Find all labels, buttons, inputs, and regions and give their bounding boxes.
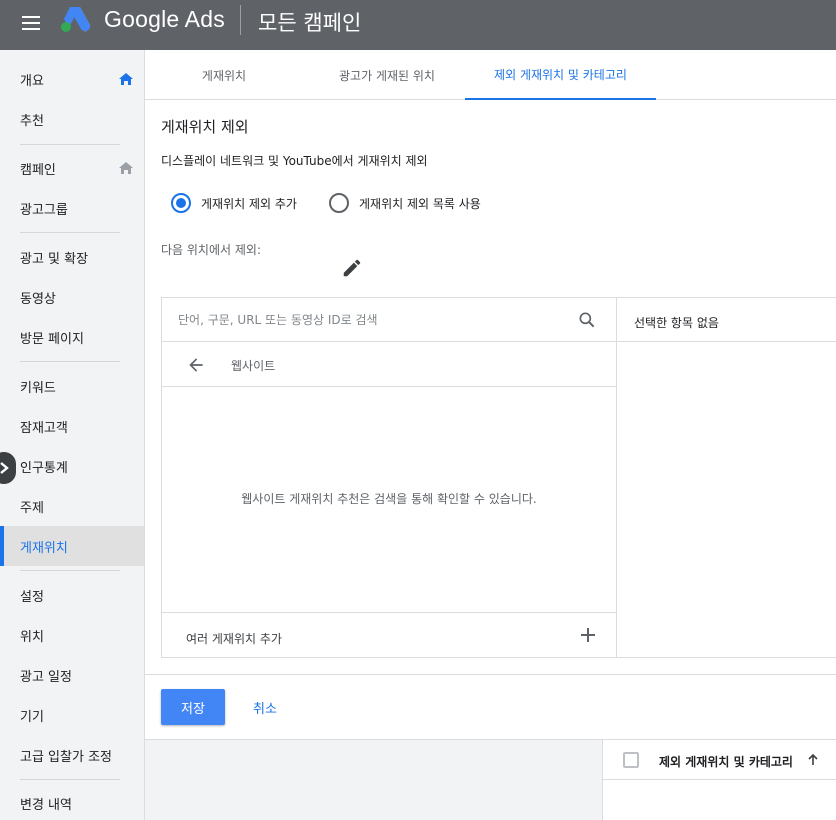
selected-none-label: 선택한 항목 없음: [634, 316, 719, 330]
exclusions-table: 제외 게재위치 및 카테고리: [602, 740, 836, 820]
sidebar-item-label: 동영상: [20, 291, 56, 307]
tab-where-ads-showed[interactable]: 광고가 게재된 위치: [307, 50, 467, 100]
back-row: 웹사이트: [162, 342, 616, 387]
radio-use-exclusion-list[interactable]: 게재위치 제외 목록 사용: [329, 193, 481, 213]
sidebar-item-label: 광고 및 확장: [20, 251, 89, 267]
form-divider: [145, 674, 836, 675]
sidebar-item-campaigns[interactable]: 캠페인: [0, 148, 144, 188]
sidebar-item-videos[interactable]: 동영상: [0, 277, 144, 317]
sidebar-item-audiences[interactable]: 잠재고객: [0, 406, 144, 446]
menu-icon[interactable]: [22, 13, 42, 33]
save-button[interactable]: 저장: [161, 689, 225, 725]
title-divider: [240, 5, 241, 35]
sidebar-divider: [20, 232, 120, 233]
sidebar-item-change-history[interactable]: 변경 내역: [0, 783, 144, 820]
sidebar-item-label: 광고 일정: [20, 669, 72, 685]
exclude-from-label: 다음 위치에서 제외:: [161, 243, 261, 257]
table-header-row: 제외 게재위치 및 카테고리: [603, 740, 836, 780]
cancel-button[interactable]: 취소: [237, 689, 293, 725]
sidebar-item-landing-pages[interactable]: 방문 페이지: [0, 317, 144, 357]
tab-placements[interactable]: 게재위치: [165, 50, 283, 100]
sidebar-item-demographics[interactable]: 인구통계: [0, 446, 144, 486]
sidebar-item-label: 변경 내역: [20, 797, 72, 813]
top-app-bar: Google Ads 모든 캠페인: [0, 0, 836, 50]
radio-unchecked-icon: [329, 193, 349, 213]
home-icon: [119, 162, 133, 174]
section-title: 게재위치 제외: [161, 118, 249, 136]
sidebar-item-label: 인구통계: [20, 460, 68, 476]
radio-label: 게재위치 제외 목록 사용: [359, 196, 481, 211]
chevron-right-icon: [0, 462, 9, 474]
sidebar-item-label: 게재위치: [20, 540, 68, 556]
sidebar-item-topics[interactable]: 주제: [0, 486, 144, 526]
sidebar-divider: [20, 361, 120, 362]
sidebar-item-locations[interactable]: 위치: [0, 615, 144, 655]
picker-selected-panel: 선택한 항목 없음: [617, 298, 836, 657]
select-all-checkbox[interactable]: [623, 752, 639, 768]
section-subtitle: 디스플레이 네트워크 및 YouTube에서 게재위치 제외: [161, 154, 428, 168]
sidebar-item-recommendations[interactable]: 추천: [0, 99, 144, 139]
sidebar-item-label: 기기: [20, 709, 44, 725]
sidebar-item-label: 잠재고객: [20, 420, 68, 436]
sidebar-item-keywords[interactable]: 키워드: [0, 366, 144, 406]
sidebar-item-label: 광고그룹: [20, 202, 68, 218]
sidebar-item-label: 고급 입찰가 조정: [20, 749, 112, 765]
sidebar-item-label: 키워드: [20, 380, 56, 396]
tab-bar: 게재위치 광고가 게재된 위치 제외 게재위치 및 카테고리: [145, 50, 836, 100]
sidebar-item-label: 주제: [20, 500, 44, 516]
tab-exclusions[interactable]: 제외 게재위치 및 카테고리: [465, 50, 656, 100]
sidebar-item-label: 위치: [20, 629, 44, 645]
search-row: [162, 298, 616, 342]
plus-icon: [581, 628, 595, 642]
sidebar: 개요 추천 캠페인 광고그룹 광고 및 확장 동영상 방문 페이지 키워드 잠재…: [0, 50, 145, 820]
sidebar-item-placements[interactable]: 게재위치: [0, 526, 144, 566]
sidebar-item-label: 설정: [20, 589, 44, 605]
sidebar-item-label: 개요: [20, 73, 44, 89]
sidebar-item-advanced-bid-adjustments[interactable]: 고급 입찰가 조정: [0, 735, 144, 775]
sidebar-divider: [20, 779, 120, 780]
sort-arrow-up-icon[interactable]: [805, 752, 821, 768]
edit-pencil-icon[interactable]: [341, 257, 363, 279]
add-multiple-placements-button[interactable]: 여러 게재위치 추가: [162, 612, 616, 657]
sidebar-item-devices[interactable]: 기기: [0, 695, 144, 735]
sidebar-item-label: 방문 페이지: [20, 331, 84, 347]
radio-label: 게재위치 제외 추가: [201, 196, 297, 211]
sidebar-item-overview[interactable]: 개요: [0, 59, 144, 99]
sidebar-item-ads-extensions[interactable]: 광고 및 확장: [0, 237, 144, 277]
arrow-back-icon[interactable]: [186, 355, 206, 375]
search-input[interactable]: [178, 310, 558, 330]
category-label: 웹사이트: [231, 359, 276, 373]
sidebar-item-label: 추천: [20, 113, 44, 129]
radio-checked-icon: [171, 193, 191, 213]
sidebar-item-settings[interactable]: 설정: [0, 575, 144, 615]
exclusions-table-area: 제외 게재위치 및 카테고리: [145, 739, 836, 820]
empty-state-message: 웹사이트 게재위치 추천은 검색을 통해 확인할 수 있습니다.: [241, 492, 537, 506]
expand-sidebar-button[interactable]: [0, 452, 16, 484]
sidebar-divider: [20, 570, 120, 571]
home-icon: [119, 73, 133, 85]
sidebar-item-label: 캠페인: [20, 162, 56, 178]
placement-picker: 웹사이트 웹사이트 게재위치 추천은 검색을 통해 확인할 수 있습니다. 여러…: [161, 297, 836, 658]
radio-add-exclusion[interactable]: 게재위치 제외 추가: [171, 193, 297, 213]
google-ads-logo-icon: [61, 7, 91, 32]
selected-header: 선택한 항목 없음: [617, 298, 836, 342]
page-title: 모든 캠페인: [258, 11, 362, 35]
add-multiple-label: 여러 게재위치 추가: [186, 632, 282, 646]
search-icon[interactable]: [577, 310, 597, 330]
sidebar-item-ad-schedule[interactable]: 광고 일정: [0, 655, 144, 695]
sidebar-divider: [20, 144, 120, 145]
brand-name: Google Ads: [104, 6, 225, 32]
picker-browse-panel: 웹사이트 웹사이트 게재위치 추천은 검색을 통해 확인할 수 있습니다. 여러…: [162, 298, 617, 657]
column-header[interactable]: 제외 게재위치 및 카테고리: [659, 753, 793, 770]
sidebar-item-ad-groups[interactable]: 광고그룹: [0, 188, 144, 228]
main-content: 게재위치 광고가 게재된 위치 제외 게재위치 및 카테고리 게재위치 제외 디…: [145, 50, 836, 820]
